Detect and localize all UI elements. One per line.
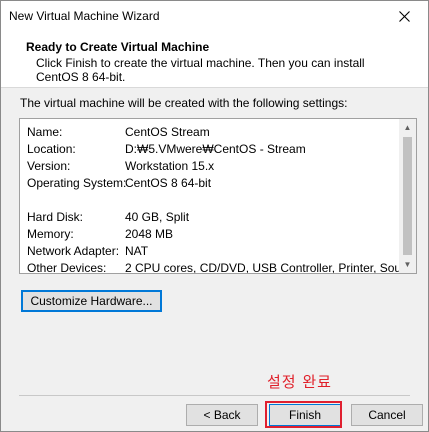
vertical-scrollbar[interactable]: ▲ ▼ [399, 119, 416, 273]
setting-label: Name: [27, 125, 63, 139]
setting-value: CentOS 8 64-bit [125, 176, 212, 190]
setting-value: NAT [125, 244, 149, 258]
setting-value: 40 GB, Split [125, 210, 190, 224]
finish-button[interactable]: Finish [269, 404, 341, 426]
setting-value: CentOS Stream [125, 125, 210, 139]
settings-row: Version: Workstation 15.x [27, 159, 416, 176]
wizard-window: New Virtual Machine Wizard Ready to Crea… [0, 0, 429, 432]
settings-intro-text: The virtual machine will be created with… [20, 96, 348, 110]
settings-row: Memory: 2048 MB [27, 227, 416, 244]
page-description: Click Finish to create the virtual machi… [36, 56, 365, 84]
page-title: Ready to Create Virtual Machine [26, 40, 210, 54]
close-button[interactable] [384, 3, 424, 29]
settings-row: Location: D:₩5.VMwere₩CentOS - Stream [27, 142, 416, 159]
setting-label: Hard Disk: [27, 210, 84, 224]
setting-label: Memory: [27, 227, 74, 241]
settings-row: Name: CentOS Stream [27, 125, 416, 142]
scroll-down-arrow-icon[interactable]: ▼ [399, 256, 416, 273]
setting-label: Location: [27, 142, 76, 156]
scroll-up-arrow-icon[interactable]: ▲ [399, 119, 416, 136]
settings-summary-list[interactable]: Name: CentOS Stream Location: D:₩5.VMwere₩C… [19, 118, 417, 274]
setting-value: Workstation 15.x [125, 159, 215, 173]
annotation-label: 설정 완료 [267, 373, 332, 391]
settings-row: Operating System:CentOS 8 64-bit [27, 176, 416, 193]
setting-value: D:₩5.VMwere₩CentOS - Stream [125, 142, 306, 156]
close-icon [398, 10, 410, 22]
cancel-button[interactable]: Cancel [351, 404, 423, 426]
setting-value: 2 CPU cores, CD/DVD, USB Controller, Pri… [125, 261, 417, 274]
customize-hardware-button[interactable]: Customize Hardware... [21, 290, 162, 312]
title-bar: New Virtual Machine Wizard [1, 1, 428, 31]
settings-row: Other Devices: 2 CPU cores, CD/DVD, USB C… [27, 261, 417, 274]
settings-row: Network Adapter: NAT [27, 244, 416, 261]
wizard-header: Ready to Create Virtual Machine Click Fi… [1, 31, 428, 88]
scrollbar-thumb[interactable] [403, 137, 412, 255]
back-button[interactable]: < Back [186, 404, 258, 426]
setting-label: Version: [27, 159, 71, 173]
footer-divider [19, 395, 410, 396]
settings-row [27, 193, 416, 210]
window-title: New Virtual Machine Wizard [9, 9, 160, 23]
setting-value: 2048 MB [125, 227, 174, 241]
setting-label: Network Adapter: [27, 244, 120, 258]
setting-label: Other Devices: [27, 261, 107, 274]
settings-rows: Name: CentOS Stream Location: D:₩5.VMwere₩C… [27, 125, 417, 274]
settings-row: Hard Disk: 40 GB, Split [27, 210, 416, 227]
setting-label: Operating System: [27, 176, 127, 190]
